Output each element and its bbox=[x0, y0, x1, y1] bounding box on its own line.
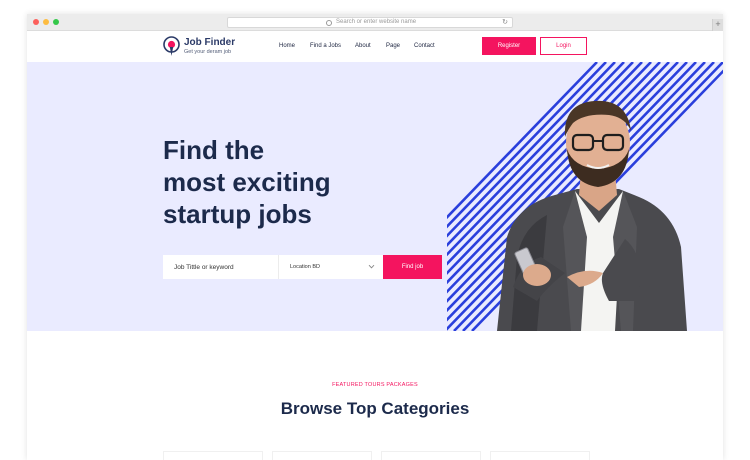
section-title: Browse Top Categories bbox=[280, 399, 470, 418]
job-search-form: Location BD bbox=[163, 255, 383, 279]
nav-home[interactable]: Home bbox=[279, 43, 295, 49]
location-select-value: Location BD bbox=[290, 264, 320, 270]
minimize-window-button[interactable] bbox=[43, 19, 49, 25]
chevron-down-icon bbox=[368, 264, 375, 269]
find-job-button[interactable]: Find job bbox=[383, 255, 442, 279]
nav-contact[interactable]: Contact bbox=[414, 43, 435, 49]
login-button[interactable]: Login bbox=[540, 37, 587, 55]
section-eyebrow: FEATURED TOURS PACKAGES bbox=[332, 382, 418, 388]
hero-headline: Find the most exciting startup jobs bbox=[163, 134, 403, 230]
category-card[interactable] bbox=[490, 451, 590, 460]
businessman-photo bbox=[497, 100, 687, 331]
hero-section: Find the most exciting startup jobs Loca… bbox=[27, 62, 723, 331]
hero-headline-line-3: startup jobs bbox=[163, 199, 312, 229]
job-keyword-input[interactable] bbox=[163, 255, 279, 279]
location-pin-icon bbox=[163, 36, 180, 56]
address-bar[interactable]: Search or enter website name ↻ bbox=[227, 17, 513, 28]
logo-title[interactable]: Job Finder bbox=[184, 37, 235, 48]
hero-headline-line-2: most exciting bbox=[163, 167, 331, 197]
maximize-window-button[interactable] bbox=[53, 19, 59, 25]
category-card[interactable] bbox=[381, 451, 481, 460]
location-select[interactable]: Location BD bbox=[280, 255, 383, 279]
category-card[interactable] bbox=[272, 451, 372, 460]
logo-tagline: Get your deram job bbox=[184, 49, 232, 55]
address-bar-placeholder: Search or enter website name bbox=[336, 19, 417, 25]
hero-headline-line-1: Find the bbox=[163, 135, 265, 165]
site-navbar: Job Finder Get your deram job Home Find … bbox=[27, 31, 723, 62]
browser-toolbar: Search or enter website name ↻ + bbox=[27, 14, 723, 31]
register-button[interactable]: Register bbox=[482, 37, 536, 55]
close-window-button[interactable] bbox=[33, 19, 39, 25]
nav-find-jobs[interactable]: Find a Jobs bbox=[310, 43, 341, 49]
category-card[interactable] bbox=[163, 451, 263, 460]
search-icon bbox=[326, 20, 332, 26]
nav-page[interactable]: Page bbox=[386, 43, 400, 49]
nav-about[interactable]: About bbox=[355, 43, 371, 49]
browser-window: Search or enter website name ↻ + Job Fin… bbox=[27, 14, 723, 460]
new-tab-button[interactable]: + bbox=[712, 19, 723, 31]
reload-icon[interactable]: ↻ bbox=[502, 18, 508, 26]
